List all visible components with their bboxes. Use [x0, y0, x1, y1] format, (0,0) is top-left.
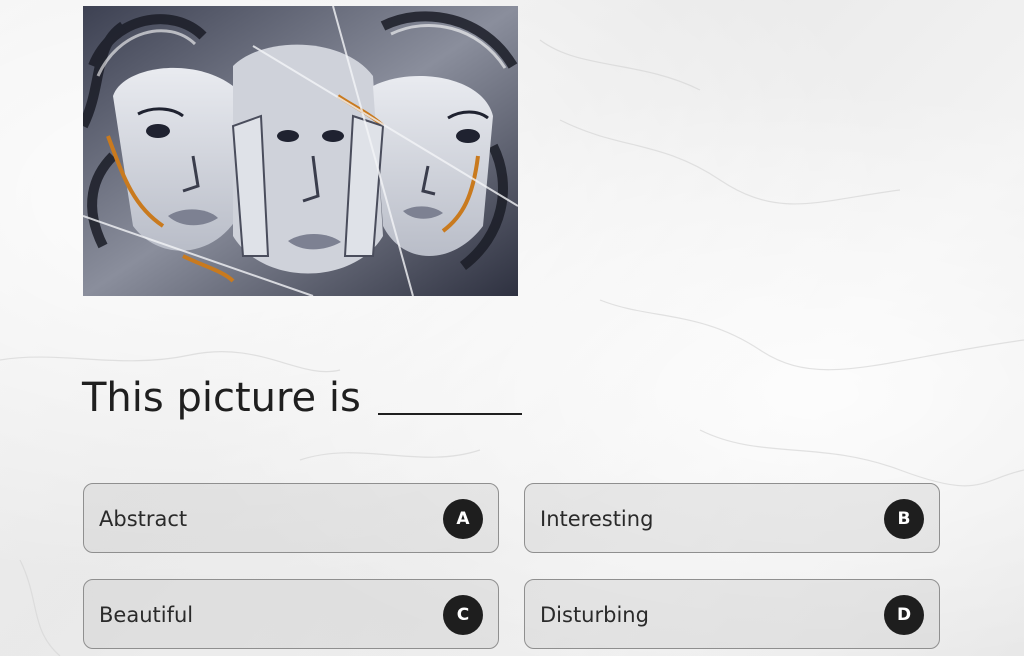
mural-image — [83, 6, 518, 296]
option-a-button[interactable]: Abstract A — [83, 483, 499, 553]
option-b-badge: B — [884, 499, 924, 539]
option-d-badge: D — [884, 595, 924, 635]
question-text: This picture is — [82, 375, 361, 421]
option-a-label: Abstract — [99, 507, 188, 531]
faces-mural-illustration — [83, 6, 518, 296]
option-d-label: Disturbing — [540, 603, 649, 627]
option-c-button[interactable]: Beautiful C — [83, 579, 499, 649]
option-c-label: Beautiful — [99, 603, 194, 627]
option-b-button[interactable]: Interesting B — [524, 483, 940, 553]
option-a-badge: A — [443, 499, 483, 539]
option-b-label: Interesting — [540, 507, 654, 531]
answer-blank — [377, 377, 522, 415]
option-c-badge: C — [443, 595, 483, 635]
question-prompt: This picture is — [82, 372, 522, 424]
option-d-button[interactable]: Disturbing D — [524, 579, 940, 649]
